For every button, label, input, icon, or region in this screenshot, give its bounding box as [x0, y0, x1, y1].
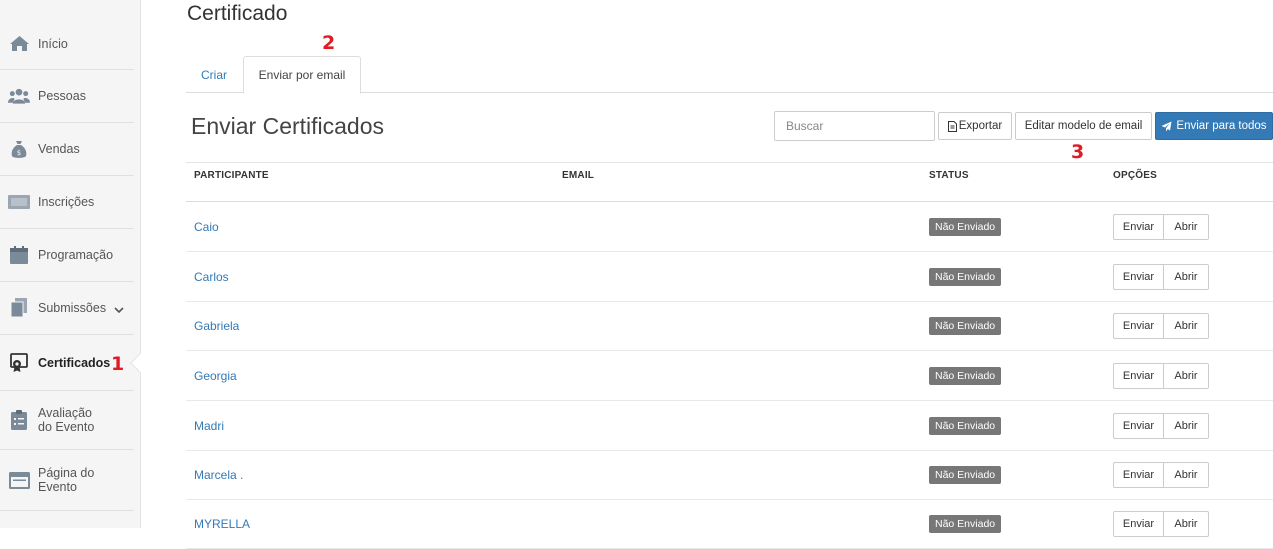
row-options: Enviar Abrir — [1113, 312, 1209, 339]
send-button[interactable]: Enviar — [1113, 461, 1164, 488]
status-badge: Não Enviado — [929, 366, 1002, 385]
participant-name[interactable]: Georgia — [194, 369, 237, 383]
open-button[interactable]: Abrir — [1164, 412, 1209, 439]
send-to-all-button[interactable]: Enviar para todos — [1155, 112, 1273, 140]
tab-enviar-por-email[interactable]: Enviar por email — [243, 56, 361, 94]
open-button[interactable]: Abrir — [1164, 461, 1209, 488]
sidebar-item-programacao[interactable]: Programação — [0, 229, 134, 282]
calendar-icon — [8, 245, 30, 265]
participant-name[interactable]: Caio — [194, 220, 219, 234]
sidebar-item-label: Inscrições — [38, 195, 95, 209]
money-bag-icon: $ — [8, 139, 30, 159]
sidebar-item-vendas[interactable]: $ Vendas — [0, 123, 134, 176]
send-to-all-label: Enviar para todos — [1176, 120, 1267, 132]
svg-text:$: $ — [17, 149, 21, 157]
send-button[interactable]: Enviar — [1113, 510, 1164, 537]
open-button[interactable]: Abrir — [1164, 312, 1209, 339]
status-badge: Não Enviado — [929, 267, 1002, 286]
open-button[interactable]: Abrir — [1164, 362, 1209, 389]
status-badge: Não Enviado — [929, 316, 1002, 335]
browser-window-icon — [8, 470, 30, 490]
open-button[interactable]: Abrir — [1164, 263, 1209, 290]
search-input[interactable] — [774, 111, 935, 141]
column-header-status: STATUS — [929, 170, 969, 181]
row-options: Enviar Abrir — [1113, 263, 1209, 290]
sidebar-item-label: Vendas — [38, 142, 80, 156]
chevron-down-icon[interactable] — [114, 303, 124, 317]
sidebar-item-inscricoes[interactable]: Inscrições — [0, 176, 134, 229]
table-row: Marcela . Não Enviado Enviar Abrir — [186, 450, 1273, 500]
table-row: Caio Não Enviado Enviar Abrir — [186, 202, 1273, 252]
sidebar-item-label: Pessoas — [38, 89, 86, 103]
sidebar-item-avaliacao[interactable]: Avaliação do Evento — [0, 391, 134, 450]
tab-criar[interactable]: Criar — [186, 56, 242, 93]
sidebar-item-inicio[interactable]: Início — [0, 18, 134, 70]
row-options: Enviar Abrir — [1113, 213, 1209, 240]
status-badge: Não Enviado — [929, 465, 1002, 484]
sidebar-item-pessoas[interactable]: Pessoas — [0, 70, 134, 123]
sidebar-item-label: Página do Evento — [38, 466, 95, 494]
send-button[interactable]: Enviar — [1113, 312, 1164, 339]
status-badge: Não Enviado — [929, 416, 1002, 435]
row-options: Enviar Abrir — [1113, 412, 1209, 439]
participant-name[interactable]: Carlos — [194, 270, 229, 284]
sidebar-item-pagina[interactable]: Página do Evento — [0, 450, 134, 511]
export-button[interactable]: Exportar — [938, 112, 1012, 140]
table-row: Madri Não Enviado Enviar Abrir — [186, 401, 1273, 451]
tab-bar: Criar Enviar por email — [186, 56, 1273, 94]
send-button[interactable]: Enviar — [1113, 412, 1164, 439]
send-button[interactable]: Enviar — [1113, 213, 1164, 240]
row-options: Enviar Abrir — [1113, 461, 1209, 488]
table-row: MYRELLA Não Enviado Enviar Abrir — [186, 499, 1273, 549]
send-button[interactable]: Enviar — [1113, 362, 1164, 389]
sidebar-item-label: Início — [38, 36, 68, 51]
ticket-icon — [8, 192, 30, 212]
table-row: Georgia Não Enviado Enviar Abrir — [186, 351, 1273, 401]
certificate-icon — [8, 352, 30, 373]
status-badge: Não Enviado — [929, 514, 1002, 533]
participant-name[interactable]: Marcela . — [194, 468, 243, 482]
participant-name[interactable]: Gabriela — [194, 319, 239, 333]
documents-icon — [8, 298, 30, 318]
annotation-2: 2 — [322, 32, 336, 54]
participant-name[interactable]: MYRELLA — [194, 517, 250, 531]
page-title: Certificado — [187, 2, 288, 25]
participant-name[interactable]: Madri — [194, 419, 224, 433]
edit-email-template-button[interactable]: Editar modelo de email — [1015, 112, 1152, 140]
column-header-options: OPÇÕES — [1113, 170, 1157, 181]
column-header-participant: PARTICIPANTE — [194, 170, 269, 181]
people-icon — [8, 86, 30, 106]
row-options: Enviar Abrir — [1113, 510, 1209, 537]
file-icon — [947, 120, 957, 132]
annotation-1: 1 — [111, 353, 125, 375]
sidebar-item-label: Submissões — [38, 301, 107, 315]
export-label: Exportar — [958, 120, 1003, 132]
table-header: PARTICIPANTE EMAIL STATUS OPÇÕES — [186, 162, 1273, 202]
open-button[interactable]: Abrir — [1164, 213, 1209, 240]
sidebar-item-submissoes[interactable]: Submissões — [0, 282, 134, 335]
open-button[interactable]: Abrir — [1164, 510, 1209, 537]
clipboard-icon — [8, 410, 30, 430]
section-title: Enviar Certificados — [191, 113, 385, 139]
row-options: Enviar Abrir — [1113, 362, 1209, 389]
sidebar: Início Pessoas $ Vendas Inscrições Progr… — [0, 0, 150, 528]
table-row: Carlos Não Enviado Enviar Abrir — [186, 252, 1273, 302]
status-badge: Não Enviado — [929, 217, 1002, 236]
annotation-3: 3 — [1071, 141, 1085, 163]
sidebar-item-label: Certificados — [38, 355, 111, 370]
sidebar-item-label: Programação — [38, 248, 114, 262]
send-button[interactable]: Enviar — [1113, 263, 1164, 290]
table-row: Gabriela Não Enviado Enviar Abrir — [186, 301, 1273, 351]
sidebar-item-label: Avaliação do Evento — [38, 406, 95, 434]
home-icon — [8, 34, 30, 54]
paper-plane-icon — [1161, 121, 1172, 132]
column-header-email: EMAIL — [562, 170, 595, 181]
